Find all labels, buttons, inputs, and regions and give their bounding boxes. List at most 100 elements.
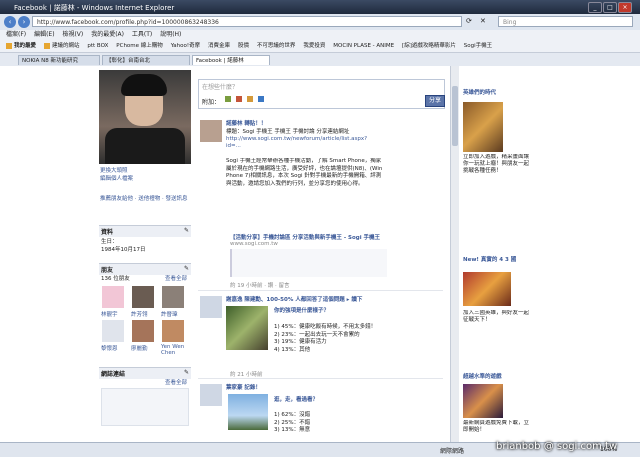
address-bar: ‹ › http://www.facebook.com/profile.php?… bbox=[0, 14, 640, 31]
status-input[interactable]: 在想些什麼？ bbox=[202, 82, 238, 91]
friend-name[interactable]: 許芳翎 bbox=[131, 310, 148, 318]
quiz-title[interactable]: 逛，走，看過看？ bbox=[274, 395, 318, 403]
ad-title[interactable]: New! 真實的 4 3 國 bbox=[463, 255, 535, 263]
zone-text: 網際網路 bbox=[440, 448, 465, 455]
post-timestamp: 約 19 小時前 · 讚 · 留言 bbox=[230, 283, 290, 289]
friend-name[interactable]: 黎懷恩 bbox=[101, 344, 118, 352]
tab-bar: NOKIA N8 新功能研究 【彰化】台南台北 Facebook | 諾藤林 bbox=[0, 53, 640, 67]
post-timestamp: 約 21 小時前 bbox=[230, 372, 263, 378]
ad-text: 加入三國英雄，與好友一起征戰天下！ bbox=[463, 310, 530, 323]
ad-image[interactable] bbox=[463, 384, 503, 418]
fav-item[interactable]: 股價 bbox=[238, 40, 249, 52]
menu-favorites[interactable]: 我的最愛(A) bbox=[91, 31, 124, 38]
post-image[interactable] bbox=[228, 394, 268, 430]
pencil-icon[interactable]: ✎ bbox=[184, 227, 189, 234]
search-input[interactable]: Bing bbox=[498, 16, 633, 27]
fav-item[interactable]: Yahoo!奇摩 bbox=[171, 40, 200, 52]
post-author-avatar[interactable] bbox=[200, 384, 222, 406]
video-icon[interactable] bbox=[236, 96, 242, 102]
quiz-title[interactable]: 你的強項是什麼樣子？ bbox=[274, 306, 329, 314]
page-scrollbar[interactable] bbox=[450, 66, 459, 442]
menu-tools[interactable]: 工具(T) bbox=[132, 31, 152, 38]
event-icon[interactable] bbox=[247, 96, 253, 102]
friends-count: 136 位朋友 bbox=[101, 276, 130, 282]
friend-avatar[interactable] bbox=[102, 286, 124, 308]
close-button[interactable]: × bbox=[618, 2, 632, 13]
watermark-text: brianbob @ sogi.com.tw bbox=[496, 441, 618, 452]
post-title: 標題：Sogi 手機王 手機王 手機討論 分享連結網址 bbox=[226, 129, 350, 135]
minimize-button[interactable]: _ bbox=[588, 2, 602, 13]
window-title: Facebook | 諾藤林 - Windows Internet Explor… bbox=[14, 4, 175, 12]
ad-title[interactable]: 超越水準的遊戲 bbox=[463, 372, 535, 380]
post-link-domain: www.sogi.com.tw bbox=[230, 241, 278, 247]
attach-label: 附加： bbox=[202, 99, 221, 106]
post-url[interactable]: http://www.sogi.com.tw/newforum/article/… bbox=[226, 136, 376, 150]
quiz-results: 1) 62%：沒錯 2) 25%：不錯 3) 13%：無意 bbox=[274, 412, 311, 433]
fav-item[interactable]: 消費金庫 bbox=[208, 40, 230, 52]
ad-image[interactable] bbox=[463, 102, 503, 152]
back-icon[interactable]: ‹ bbox=[4, 16, 16, 28]
friend-avatar[interactable] bbox=[132, 286, 154, 308]
friend-name[interactable]: 林靚宇 bbox=[101, 310, 118, 318]
ad-text: 最新網頁遊戲免費下載，立即開始！ bbox=[463, 420, 530, 433]
links-see-all-link[interactable]: 查看全部 bbox=[165, 378, 187, 386]
post-author-avatar[interactable] bbox=[200, 296, 222, 318]
friends-see-all-link[interactable]: 查看全部 bbox=[165, 274, 187, 282]
star-icon bbox=[6, 42, 12, 49]
post-image[interactable] bbox=[226, 306, 268, 350]
fav-item[interactable]: Sogi手機王 bbox=[464, 40, 492, 52]
fav-item[interactable]: PChome 線上購物 bbox=[116, 40, 163, 52]
menu-view[interactable]: 檢視(V) bbox=[62, 31, 83, 38]
post-divider bbox=[198, 290, 443, 291]
refresh-icon[interactable]: ⟳ bbox=[466, 17, 472, 25]
maximize-button[interactable]: □ bbox=[603, 2, 617, 13]
friend-avatar[interactable] bbox=[162, 320, 184, 342]
link-preview-box[interactable] bbox=[101, 388, 189, 426]
menu-file[interactable]: 檔案(F) bbox=[6, 31, 26, 38]
info-birthday: 生日： 1984年10月17日 bbox=[101, 239, 146, 253]
post-author[interactable]: 諾藤林 轉貼！！ bbox=[226, 119, 266, 127]
share-button[interactable]: 分享 bbox=[425, 95, 445, 107]
status-composer: 在想些什麼？ 附加： bbox=[198, 79, 445, 109]
post-link-excerpt bbox=[230, 249, 387, 277]
fav-item[interactable]: 我的最愛 bbox=[6, 40, 36, 52]
post-author-avatar[interactable] bbox=[200, 120, 222, 142]
pencil-icon[interactable]: ✎ bbox=[184, 265, 189, 272]
ad-image[interactable] bbox=[463, 272, 511, 306]
fav-item[interactable]: MOCIN PLASE - ANIME bbox=[333, 40, 394, 52]
photo-icon[interactable] bbox=[225, 96, 231, 102]
ad-title[interactable]: 英雄們的時代 bbox=[463, 88, 523, 96]
url-field[interactable]: http://www.facebook.com/profile.php?id=1… bbox=[32, 16, 462, 27]
favorites-bar: 我的最愛 建議的網站 ptt BOX PChome 線上購物 Yahoo!奇摩 … bbox=[0, 40, 640, 53]
tab-nokia[interactable]: NOKIA N8 新功能研究 bbox=[18, 55, 100, 65]
menu-edit[interactable]: 編輯(E) bbox=[34, 31, 54, 38]
quiz-results: 1) 45%：健康吃飯有時候，不用太多錢！ 2) 23%：一起出去玩一天不會累的… bbox=[274, 324, 377, 353]
change-photo-link[interactable]: 更換大頭照 bbox=[100, 166, 190, 174]
stop-icon[interactable]: ✕ bbox=[480, 17, 486, 25]
fav-item[interactable]: ptt BOX bbox=[87, 40, 108, 52]
post-link-title[interactable]: 【活動分享】手機討論區 分享活動與新手機王 - Sogi 手機王 bbox=[230, 233, 440, 241]
fav-item[interactable]: 我愛投資 bbox=[303, 40, 325, 52]
scrollbar-thumb[interactable] bbox=[452, 86, 458, 146]
fav-item[interactable]: 建議的網站 bbox=[43, 40, 79, 52]
edit-profile-link[interactable]: 編輯個人檔案 bbox=[100, 174, 190, 182]
link-icon[interactable] bbox=[258, 96, 264, 102]
friend-avatar[interactable] bbox=[162, 286, 184, 308]
tab-forum[interactable]: 【彰化】台南台北 bbox=[102, 55, 190, 65]
fav-item[interactable]: [綜]遊戲攻略精華影片 bbox=[402, 40, 456, 52]
friend-name[interactable]: 廖麗勤 bbox=[131, 344, 148, 352]
post-author[interactable]: 葉家豪 記錄！ bbox=[226, 383, 261, 391]
pencil-icon[interactable]: ✎ bbox=[184, 369, 189, 376]
profile-photo-hair bbox=[121, 74, 167, 96]
friend-name[interactable]: Yen Wen Chen bbox=[161, 344, 189, 356]
forward-icon[interactable]: › bbox=[18, 16, 30, 28]
tab-facebook[interactable]: Facebook | 諾藤林 bbox=[192, 55, 270, 65]
friend-avatar[interactable] bbox=[132, 320, 154, 342]
post-author[interactable]: 謝嘉逸 陳建勳、100-50% 人都回答了這個問題 ▸ 讀下 bbox=[226, 295, 441, 303]
friend-avatar[interactable] bbox=[102, 320, 124, 342]
friend-name[interactable]: 許晉瑋 bbox=[161, 310, 178, 318]
fav-item[interactable]: 不可思議的世界 bbox=[257, 40, 296, 52]
profile-actions-links[interactable]: 推薦朋友給他 · 送他禮物 · 發送訊息 bbox=[100, 196, 190, 203]
window-titlebar: Facebook | 諾藤林 - Windows Internet Explor… bbox=[0, 0, 640, 14]
menu-help[interactable]: 說明(H) bbox=[160, 31, 181, 38]
